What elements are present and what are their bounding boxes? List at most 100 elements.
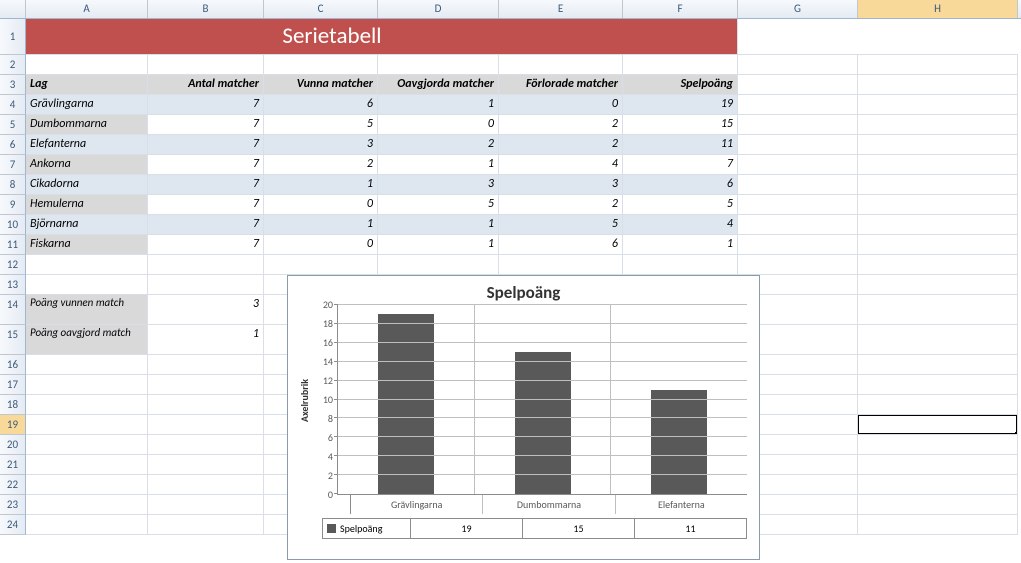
- cell-antal[interactable]: 7: [148, 235, 264, 255]
- row-header-7[interactable]: 7: [0, 155, 26, 175]
- row-header-4[interactable]: 4: [0, 95, 26, 115]
- col-header-B[interactable]: B: [148, 0, 264, 18]
- cell-antal[interactable]: 7: [148, 195, 264, 215]
- row-header-21[interactable]: 21: [0, 455, 26, 475]
- cell-forlorade[interactable]: 6: [499, 235, 623, 255]
- title-cell[interactable]: [26, 19, 148, 55]
- cell-oavgjorda[interactable]: 5: [378, 195, 499, 215]
- cell-lag[interactable]: Fiskarna: [26, 235, 148, 255]
- points-value[interactable]: 1: [148, 325, 264, 355]
- row-header-10[interactable]: 10: [0, 215, 26, 235]
- cell-spel[interactable]: 7: [623, 155, 738, 175]
- row-header-2[interactable]: 2: [0, 55, 26, 75]
- cell-vunna[interactable]: 1: [264, 175, 378, 195]
- row-header-5[interactable]: 5: [0, 115, 26, 135]
- col-header-C[interactable]: C: [264, 0, 378, 18]
- cell-spel[interactable]: 4: [623, 215, 738, 235]
- bar[interactable]: [515, 352, 571, 494]
- cell-oavgjorda[interactable]: 1: [378, 155, 499, 175]
- select-all-corner[interactable]: [0, 0, 26, 18]
- hdr-spelpoang[interactable]: Spelpoäng: [623, 75, 738, 95]
- cell-oavgjorda[interactable]: 3: [378, 175, 499, 195]
- cell-vunna[interactable]: 5: [264, 115, 378, 135]
- points-label[interactable]: Poäng vunnen match: [26, 295, 148, 325]
- row-header-20[interactable]: 20: [0, 435, 26, 455]
- y-ticks: 20181614121086420: [313, 305, 337, 495]
- cell-lag[interactable]: Elefanterna: [26, 135, 148, 155]
- cell-lag[interactable]: Grävlingarna: [26, 95, 148, 115]
- cell-vunna[interactable]: 0: [264, 195, 378, 215]
- cell-spel[interactable]: 6: [623, 175, 738, 195]
- cell-oavgjorda[interactable]: 1: [378, 95, 499, 115]
- row-header-24[interactable]: 24: [0, 515, 26, 535]
- cell-forlorade[interactable]: 4: [499, 155, 623, 175]
- cell-spel[interactable]: 19: [623, 95, 738, 115]
- chart-title: Spelpoäng: [288, 276, 759, 305]
- row-header-22[interactable]: 22: [0, 475, 26, 495]
- cell-oavgjorda[interactable]: 1: [378, 235, 499, 255]
- cell-antal[interactable]: 7: [148, 135, 264, 155]
- cell-lag[interactable]: Ankorna: [26, 155, 148, 175]
- row-header-13[interactable]: 13: [0, 275, 26, 295]
- cell-oavgjorda[interactable]: 2: [378, 135, 499, 155]
- spreadsheet[interactable]: A B C D E F G H 1 Serietabell // we'll o…: [0, 0, 1021, 563]
- cell-vunna[interactable]: 1: [264, 215, 378, 235]
- row-header-18[interactable]: 18: [0, 395, 26, 415]
- cell-antal[interactable]: 7: [148, 95, 264, 115]
- cell-vunna[interactable]: 2: [264, 155, 378, 175]
- cell-antal[interactable]: 7: [148, 155, 264, 175]
- col-header-D[interactable]: D: [378, 0, 499, 18]
- hdr-lag[interactable]: Lag: [26, 75, 148, 95]
- cell-forlorade[interactable]: 2: [499, 195, 623, 215]
- cell-antal[interactable]: 7: [148, 115, 264, 135]
- hdr-oavgjorda[interactable]: Oavgjorda matcher: [378, 75, 499, 95]
- row-header-1[interactable]: 1: [0, 19, 26, 55]
- bar[interactable]: [651, 390, 707, 494]
- cell-antal[interactable]: 7: [148, 175, 264, 195]
- hdr-vunna[interactable]: Vunna matcher: [264, 75, 378, 95]
- row-header-16[interactable]: 16: [0, 355, 26, 375]
- row-header-19[interactable]: 19: [0, 415, 26, 435]
- cell-forlorade[interactable]: 2: [499, 135, 623, 155]
- col-header-A[interactable]: A: [26, 0, 148, 18]
- cell-lag[interactable]: Dumbommarna: [26, 115, 148, 135]
- row-header-11[interactable]: 11: [0, 235, 26, 255]
- cell-forlorade[interactable]: 3: [499, 175, 623, 195]
- points-label[interactable]: Poäng oavgjord match: [26, 325, 148, 355]
- chart[interactable]: Spelpoäng Axelrubrik 20181614121086420 G…: [287, 275, 760, 560]
- cell-vunna[interactable]: 6: [264, 95, 378, 115]
- hdr-antal[interactable]: Antal matcher: [148, 75, 264, 95]
- col-header-G[interactable]: G: [738, 0, 858, 18]
- row-header-17[interactable]: 17: [0, 375, 26, 395]
- col-header-H[interactable]: H: [858, 0, 1018, 18]
- cell-spel[interactable]: 15: [623, 115, 738, 135]
- cell-vunna[interactable]: 3: [264, 135, 378, 155]
- row-header-3[interactable]: 3: [0, 75, 26, 95]
- cell-lag[interactable]: Björnarna: [26, 215, 148, 235]
- cell-oavgjorda[interactable]: 1: [378, 215, 499, 235]
- cell-forlorade[interactable]: 0: [499, 95, 623, 115]
- cell-lag[interactable]: Cikadorna: [26, 175, 148, 195]
- cell-oavgjorda[interactable]: 0: [378, 115, 499, 135]
- cell-spel[interactable]: 1: [623, 235, 738, 255]
- row-header-23[interactable]: 23: [0, 495, 26, 515]
- cell-lag[interactable]: Hemulerna: [26, 195, 148, 215]
- cell-spel[interactable]: 11: [623, 135, 738, 155]
- cell-antal[interactable]: 7: [148, 215, 264, 235]
- row-header-8[interactable]: 8: [0, 175, 26, 195]
- row-header-9[interactable]: 9: [0, 195, 26, 215]
- row-header-12[interactable]: 12: [0, 255, 26, 275]
- col-header-F[interactable]: F: [623, 0, 738, 18]
- points-value[interactable]: 3: [148, 295, 264, 325]
- col-header-E[interactable]: E: [499, 0, 623, 18]
- cell-spel[interactable]: 5: [623, 195, 738, 215]
- selected-cell[interactable]: [858, 415, 1018, 435]
- hdr-forlorade[interactable]: Förlorade matcher: [499, 75, 623, 95]
- row-header-15[interactable]: 15: [0, 325, 26, 355]
- row-header-6[interactable]: 6: [0, 135, 26, 155]
- cell-forlorade[interactable]: 5: [499, 215, 623, 235]
- fill-handle[interactable]: [1015, 432, 1018, 435]
- cell-vunna[interactable]: 0: [264, 235, 378, 255]
- cell-forlorade[interactable]: 2: [499, 115, 623, 135]
- row-header-14[interactable]: 14: [0, 295, 26, 325]
